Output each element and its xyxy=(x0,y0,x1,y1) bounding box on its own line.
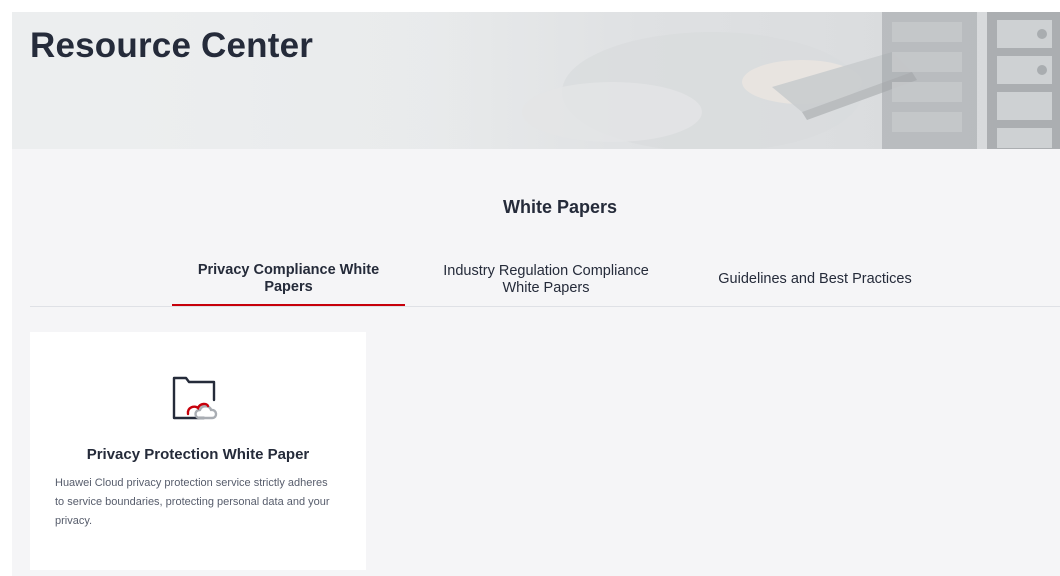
tab-guidelines-best-practices[interactable]: Guidelines and Best Practices xyxy=(700,254,930,305)
white-paper-tabs: Privacy Compliance White Papers Industry… xyxy=(30,254,1060,307)
card-title: Privacy Protection White Paper xyxy=(86,446,310,463)
folder-cloud-icon xyxy=(172,376,218,420)
white-paper-card[interactable]: Privacy Protection White Paper Huawei Cl… xyxy=(30,332,366,570)
tab-industry-regulation-compliance[interactable]: Industry Regulation Compliance White Pap… xyxy=(440,254,652,305)
hero-banner: Resource Center xyxy=(12,12,1060,149)
section-title: White Papers xyxy=(502,197,618,217)
page-container: Resource Center White Papers Privacy Com… xyxy=(12,12,1060,576)
page-title: Resource Center xyxy=(30,26,314,65)
tab-privacy-compliance[interactable]: Privacy Compliance White Papers xyxy=(172,254,405,306)
card-description: Huawei Cloud privacy protection service … xyxy=(55,477,330,527)
